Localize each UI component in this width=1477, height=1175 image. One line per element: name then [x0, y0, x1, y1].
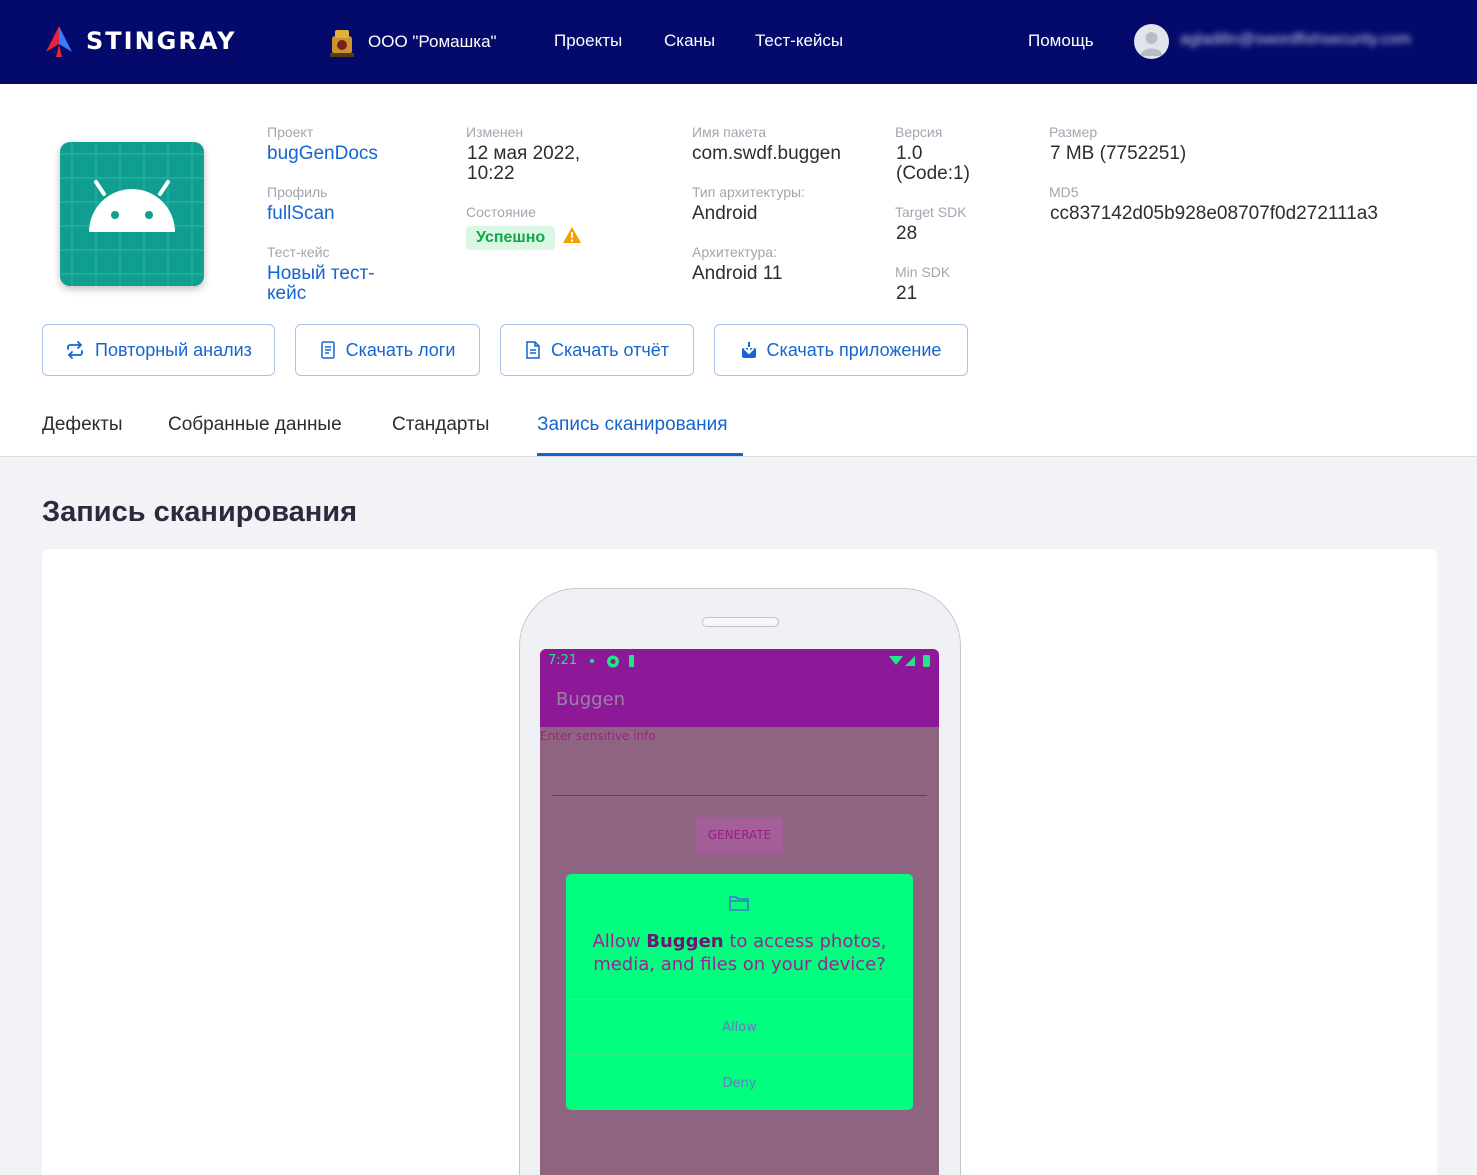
top-navbar: STINGRAY ООО "Ромашка" Проекты Сканы Тес…: [0, 0, 1477, 84]
arch-value: Android 11: [692, 263, 783, 284]
device-app-title: Buggen: [556, 689, 626, 710]
target-sdk-label: Target SDK: [895, 204, 967, 220]
download-logs-button[interactable]: Скачать логи: [295, 324, 480, 376]
modified-time: 10:22: [467, 163, 515, 184]
reanalyze-button[interactable]: Повторный анализ: [42, 324, 275, 376]
active-tab-indicator: [537, 453, 743, 456]
download-app-label: Скачать приложение: [766, 339, 942, 360]
folder-icon: [729, 896, 749, 911]
version-value: 1.0 (Code:1): [896, 144, 970, 184]
size-label: Размер: [1049, 124, 1098, 140]
user-email[interactable]: agladilin@swordfishsecurity.com: [1180, 31, 1411, 49]
permission-dialog: Allow Buggen to access photos, media, an…: [566, 874, 913, 1110]
version-code: (Code:1): [896, 163, 970, 184]
sensitive-info-input[interactable]: Enter sensitive info: [540, 729, 656, 743]
tab-standards[interactable]: Стандарты: [392, 414, 489, 436]
reanalyze-label: Повторный анализ: [95, 339, 252, 360]
scan-info-panel: Проект bugGenDocs Профиль fullScan Тест-…: [0, 84, 1477, 457]
size-value: 7 MB (7752251): [1050, 143, 1187, 164]
allow-button[interactable]: Allow: [566, 1020, 913, 1035]
deny-button[interactable]: Deny: [566, 1076, 913, 1091]
nav-projects[interactable]: Проекты: [554, 31, 622, 51]
testcase-link[interactable]: Новый тест- кейс: [267, 264, 375, 304]
org-name: ООО "Ромашка": [368, 32, 497, 51]
testcase-line: Новый тест-: [267, 263, 375, 284]
arch-type-value: Android: [692, 203, 758, 224]
document-icon: [526, 341, 540, 359]
nav-help[interactable]: Помощь: [1028, 31, 1094, 51]
package-label: Имя пакета: [692, 124, 767, 140]
log-file-icon: [320, 341, 335, 359]
download-logs-label: Скачать логи: [345, 339, 456, 360]
device-time: 7:21: [548, 653, 578, 668]
md5-label: MD5: [1049, 184, 1079, 200]
stingray-logo[interactable]: STINGRAY: [42, 24, 237, 58]
dialog-divider: [566, 1054, 913, 1055]
download-report-label: Скачать отчёт: [551, 339, 669, 360]
modified-label: Изменен: [466, 124, 524, 140]
notification-icons: [590, 655, 634, 668]
device-app-bar: Buggen: [540, 673, 939, 727]
target-sdk-value: 28: [896, 223, 918, 244]
brand-name: STINGRAY: [86, 27, 237, 55]
generate-button[interactable]: GENERATE: [696, 817, 783, 853]
arch-type-label: Тип архитектуры:: [692, 184, 805, 200]
tab-collected-data[interactable]: Собранные данные: [168, 414, 342, 436]
min-sdk-value: 21: [896, 283, 918, 304]
version-number: 1.0: [896, 143, 923, 164]
nav-scans[interactable]: Сканы: [664, 31, 715, 51]
modified-date: 12 мая 2022,: [467, 143, 581, 164]
project-link[interactable]: bugGenDocs: [267, 144, 378, 164]
signal-battery-icons: [889, 655, 930, 667]
org-emblem-icon: [330, 30, 354, 57]
org-selector[interactable]: ООО "Ромашка": [328, 26, 497, 58]
android-icon: [60, 142, 204, 286]
permission-message-prefix: Allow: [592, 931, 647, 952]
profile-label: Профиль: [267, 184, 328, 200]
download-app-button[interactable]: Скачать приложение: [714, 324, 968, 376]
modified-value: 12 мая 2022, 10:22: [467, 144, 580, 184]
min-sdk-label: Min SDK: [895, 264, 951, 280]
tab-defects[interactable]: Дефекты: [42, 414, 123, 436]
permission-app-name: Buggen: [646, 931, 724, 952]
phone-speaker: [702, 617, 779, 627]
profile-link[interactable]: fullScan: [267, 204, 335, 224]
tab-scan-recording[interactable]: Запись сканирования: [537, 414, 728, 436]
warning-icon[interactable]: [562, 226, 582, 244]
refresh-icon: [67, 341, 83, 359]
stingray-logo-icon: [46, 26, 72, 57]
download-icon: [741, 341, 756, 358]
testcase-label: Тест-кейс: [267, 244, 330, 260]
testcase-line: кейс: [267, 283, 307, 304]
avatar[interactable]: [1134, 24, 1169, 59]
state-label: Состояние: [466, 204, 536, 220]
user-icon: [1140, 32, 1163, 56]
arch-label: Архитектура:: [692, 244, 777, 260]
input-underline: [552, 795, 927, 796]
status-badge: Успешно: [466, 226, 556, 250]
device-status-bar: 7:21: [540, 649, 939, 673]
page-title: Запись сканирования: [42, 496, 358, 528]
permission-message: Allow Buggen to access photos, media, an…: [566, 930, 913, 976]
device-screen[interactable]: 7:21 Buggen Enter sensitive info GENERAT…: [540, 649, 939, 1175]
android-app-icon: [60, 142, 204, 286]
download-report-button[interactable]: Скачать отчёт: [500, 324, 694, 376]
version-label: Версия: [895, 124, 943, 140]
md5-value: cc837142d05b928e08707f0d272111a3: [1050, 203, 1378, 224]
package-value: com.swdf.buggen: [692, 143, 841, 164]
project-label: Проект: [267, 124, 314, 140]
dialog-divider: [566, 999, 913, 1000]
nav-test-cases[interactable]: Тест-кейсы: [755, 31, 843, 51]
